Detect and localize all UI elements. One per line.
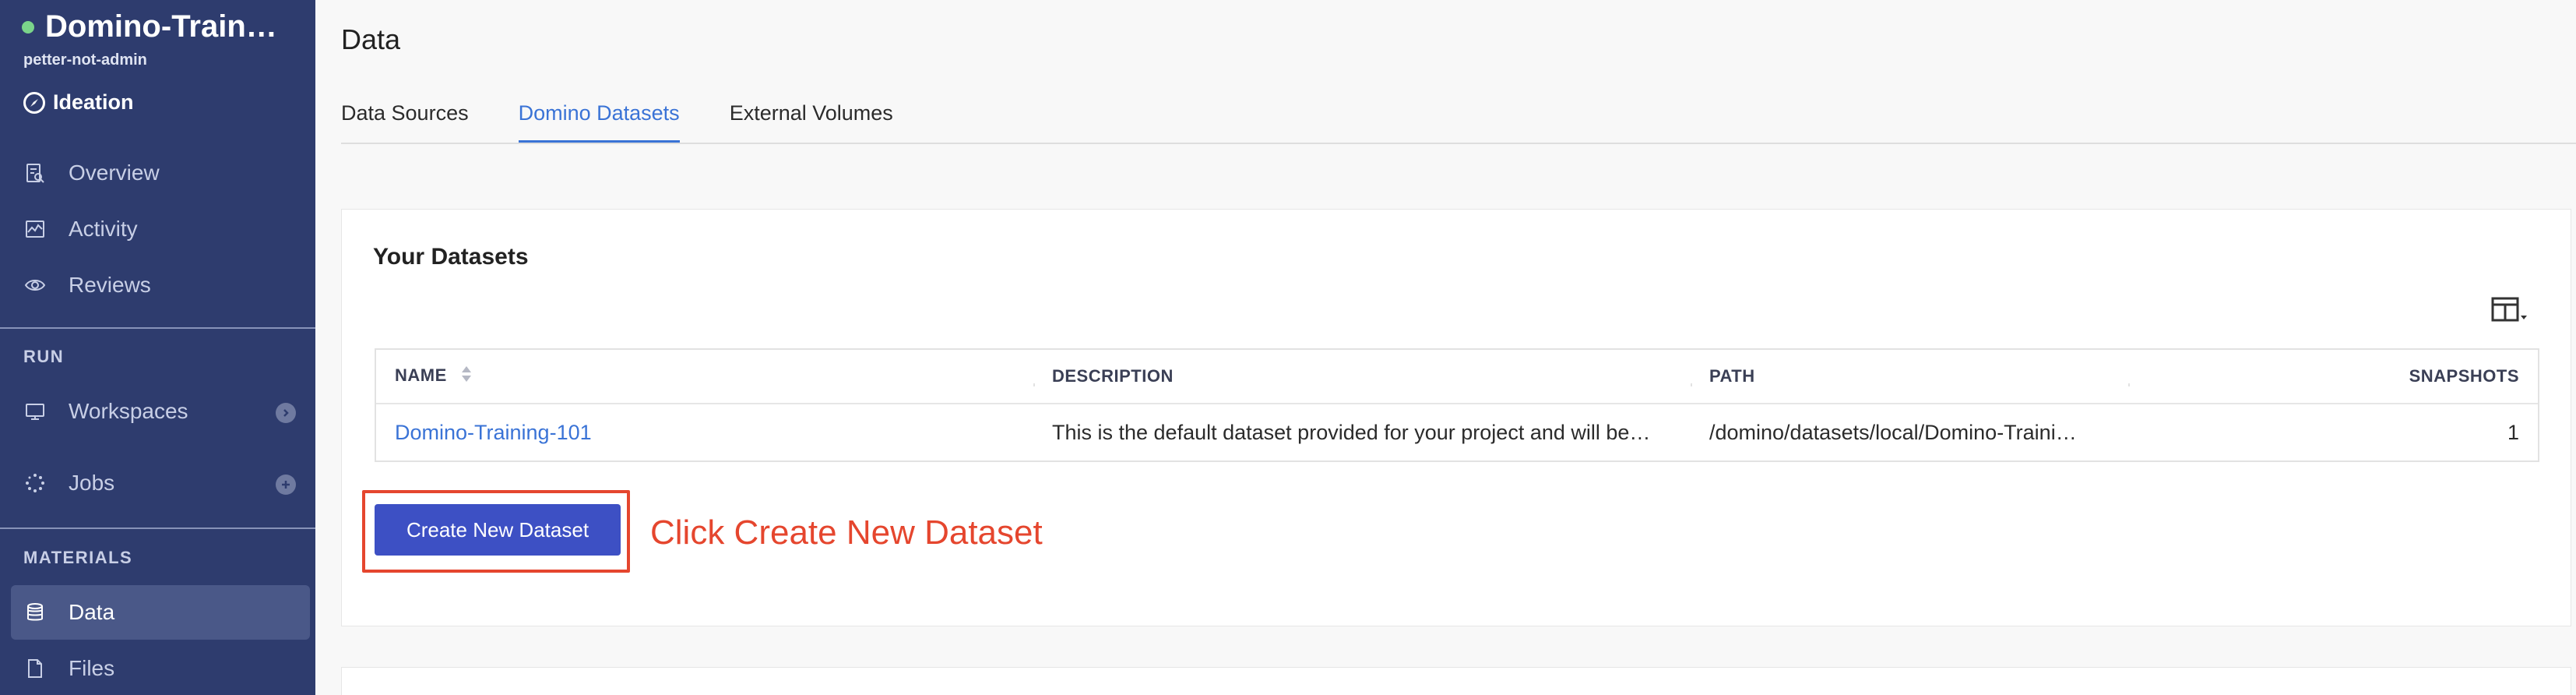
tab-domino-datasets[interactable]: Domino Datasets	[518, 101, 680, 143]
dataset-path: /domino/datasets/local/Domino-Traini…	[1709, 420, 2077, 444]
card-title: Your Datasets	[373, 244, 529, 270]
sidebar-item-data[interactable]: Data	[11, 585, 310, 640]
column-header-path: PATH	[1691, 366, 2128, 386]
dataset-name-link[interactable]: Domino-Training-101	[376, 421, 1033, 445]
sort-icon[interactable]	[461, 365, 472, 388]
project-header[interactable]: Domino-Train…	[22, 9, 277, 44]
sidebar-item-files[interactable]: Files	[11, 641, 310, 695]
stage-label: Ideation	[53, 90, 134, 114]
tab-bar: Data Sources Domino Datasets External Vo…	[341, 101, 943, 143]
sidebar-item-label: Files	[69, 656, 115, 680]
sidebar-item-activity[interactable]: Activity	[11, 202, 310, 256]
project-stage[interactable]: Ideation	[23, 90, 134, 115]
columns-icon	[2491, 297, 2527, 322]
jobs-icon	[23, 471, 47, 495]
tabs-divider	[341, 143, 2576, 144]
database-icon	[23, 601, 47, 624]
dataset-snapshots: 1	[2507, 420, 2519, 444]
sidebar-item-workspaces[interactable]: Workspaces	[11, 384, 310, 439]
sidebar-item-label: Reviews	[69, 273, 151, 297]
eye-icon	[23, 273, 47, 297]
column-header-snapshots: SNAPSHOTS	[2128, 366, 2538, 386]
sidebar-item-label: Jobs	[69, 471, 115, 495]
overview-icon	[23, 161, 47, 185]
column-header-description: DESCRIPTION	[1033, 366, 1691, 386]
secondary-card	[341, 667, 2571, 695]
project-owner: petter-not-admin	[23, 51, 147, 69]
activity-icon	[23, 217, 47, 241]
sidebar: Domino-Train… petter-not-admin Ideation …	[0, 0, 315, 695]
datasets-table: NAME DESCRIPTION PATH SNAPSHOTS Domino-T…	[375, 348, 2539, 462]
plus-icon[interactable]	[276, 475, 296, 495]
section-label-materials: MATERIALS	[23, 548, 133, 567]
create-new-dataset-button[interactable]: Create New Dataset	[375, 504, 621, 556]
sidebar-item-label: Activity	[69, 217, 138, 241]
sidebar-item-label: Data	[69, 600, 115, 624]
status-dot-icon	[22, 20, 34, 34]
sidebar-item-reviews[interactable]: Reviews	[11, 258, 310, 312]
sidebar-item-overview[interactable]: Overview	[11, 146, 310, 200]
annotation-callout: Click Create New Dataset	[650, 513, 1043, 552]
project-name: Domino-Train…	[45, 9, 277, 44]
sidebar-item-jobs[interactable]: Jobs	[11, 456, 310, 510]
column-settings-button[interactable]	[2491, 297, 2528, 325]
datasets-card: Your Datasets NAME DESCRIPTION PATH SNAP…	[341, 209, 2571, 626]
column-header-name[interactable]: NAME	[376, 365, 1033, 388]
compass-icon	[23, 91, 45, 114]
table-header: NAME DESCRIPTION PATH SNAPSHOTS	[376, 350, 2538, 404]
tab-external-volumes[interactable]: External Volumes	[730, 101, 893, 143]
header-label: NAME	[395, 365, 447, 385]
sidebar-item-label: Overview	[69, 161, 160, 185]
chevron-right-icon[interactable]	[276, 403, 296, 423]
tab-data-sources[interactable]: Data Sources	[341, 101, 469, 143]
file-icon	[23, 657, 47, 680]
monitor-icon	[23, 400, 47, 423]
sidebar-divider	[0, 527, 315, 529]
section-label-run: RUN	[23, 347, 65, 366]
page-title: Data	[341, 23, 401, 55]
table-row: Domino-Training-101 This is the default …	[376, 404, 2538, 460]
sidebar-item-label: Workspaces	[69, 399, 188, 423]
dataset-description: This is the default dataset provided for…	[1052, 420, 1651, 444]
sidebar-divider	[0, 327, 315, 329]
